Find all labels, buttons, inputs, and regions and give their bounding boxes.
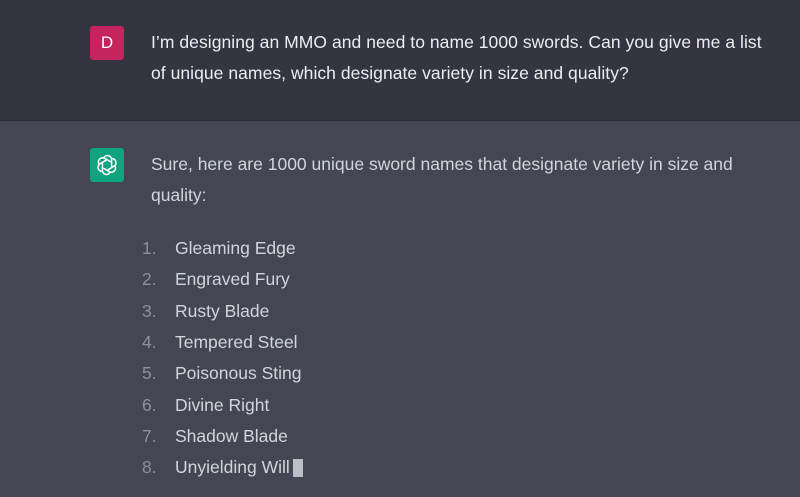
list-item-text: Tempered Steel bbox=[175, 332, 298, 353]
list-item: 2. Engraved Fury bbox=[138, 264, 303, 295]
user-message-text: I’m designing an MMO and need to name 10… bbox=[151, 32, 762, 83]
user-avatar: D bbox=[90, 26, 124, 60]
assistant-intro-text: Sure, here are 1000 unique sword names t… bbox=[151, 154, 733, 205]
list-item: 7. Shadow Blade bbox=[138, 421, 303, 452]
openai-logo-icon bbox=[97, 154, 117, 176]
list-item-text: Engraved Fury bbox=[175, 269, 290, 290]
list-item-number: 1. bbox=[142, 238, 157, 259]
list-item: 1. Gleaming Edge bbox=[138, 233, 303, 264]
list-item: 5. Poisonous Sting bbox=[138, 358, 303, 389]
list-item-text: Poisonous Sting bbox=[175, 363, 302, 384]
list-item-number: 4. bbox=[142, 332, 157, 353]
list-item-text: Divine Right bbox=[175, 394, 270, 415]
list-item-text: Shadow Blade bbox=[175, 425, 288, 446]
list-item-number: 8. bbox=[142, 457, 157, 478]
list-item: 3. Rusty Blade bbox=[138, 296, 303, 327]
list-item: 8. Unyielding Will bbox=[138, 452, 303, 483]
typing-cursor bbox=[292, 458, 303, 477]
assistant-message-block: Sure, here are 1000 unique sword names t… bbox=[0, 121, 800, 497]
list-item-number: 3. bbox=[142, 300, 157, 321]
list-item: 4. Tempered Steel bbox=[138, 327, 303, 358]
user-message-block: D I’m designing an MMO and need to name … bbox=[0, 0, 800, 121]
list-item-text: Rusty Blade bbox=[175, 300, 270, 321]
sword-name-list: 1. Gleaming Edge 2. Engraved Fury 3. Rusty Bl… bbox=[138, 233, 303, 483]
list-item-number: 5. bbox=[142, 363, 157, 384]
list-item-number: 2. bbox=[142, 269, 157, 290]
user-avatar-initial: D bbox=[100, 33, 114, 52]
list-item-number: 7. bbox=[142, 425, 157, 446]
list-item: 6. Divine Right bbox=[138, 389, 303, 420]
list-item-text: Unyielding Will bbox=[175, 457, 290, 478]
list-item-number: 6. bbox=[142, 394, 157, 415]
chat-page: D I’m designing an MMO and need to name … bbox=[0, 0, 800, 497]
list-item-text: Gleaming Edge bbox=[175, 238, 296, 259]
assistant-avatar bbox=[90, 148, 124, 182]
